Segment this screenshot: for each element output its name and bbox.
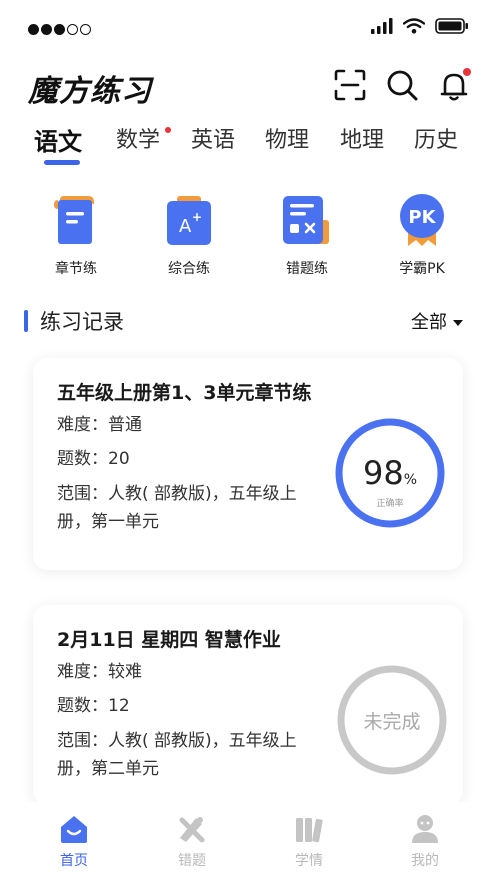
incomplete-ring: 未完成 bbox=[335, 663, 449, 777]
record-difficulty: 难度：普通 bbox=[57, 415, 142, 435]
record-range: 范围：人教( 部教版)，五年级上册，第二单元 bbox=[57, 731, 297, 779]
record-title: 2月11日 星期四 智慧作业 bbox=[57, 629, 281, 651]
app-logo: 魔方练习 bbox=[28, 74, 152, 109]
bottom-nav: 首页 错题 学情 我的 bbox=[0, 802, 497, 883]
feature-label: 学霸PK bbox=[399, 261, 445, 277]
record-question-count: 题数：12 bbox=[57, 696, 130, 716]
caret-down-icon bbox=[453, 320, 463, 326]
accuracy-ring: 98% 正确率 bbox=[333, 416, 447, 530]
feature-label: 错题练 bbox=[286, 261, 328, 277]
nav-label: 首页 bbox=[60, 853, 88, 869]
record-card[interactable]: 五年级上册第1、3单元章节练 难度：普通 题数：20 范围：人教( 部教版)，五… bbox=[33, 358, 463, 570]
accuracy-value: 98% bbox=[362, 454, 418, 492]
notification-bell-icon[interactable] bbox=[437, 68, 471, 102]
feature-wrong-questions[interactable]: 错题练 bbox=[257, 192, 357, 278]
record-difficulty: 难度：较难 bbox=[57, 662, 142, 682]
wrong-book-icon bbox=[176, 814, 208, 844]
pk-icon-text: PK bbox=[408, 207, 436, 228]
active-tab-indicator bbox=[44, 160, 80, 165]
records-filter-dropdown[interactable]: 全部 bbox=[411, 308, 463, 334]
feature-top-student-pk[interactable]: PK 学霸PK bbox=[372, 192, 472, 278]
nav-home[interactable]: 首页 bbox=[34, 814, 114, 870]
app-header: 魔方练习 bbox=[0, 60, 497, 112]
accuracy-caption: 正确率 bbox=[376, 499, 404, 509]
scan-icon[interactable] bbox=[333, 68, 367, 102]
svg-text:A: A bbox=[179, 216, 192, 237]
tab-chinese[interactable]: 语文 bbox=[34, 122, 82, 157]
record-range: 范围：人教( 部教版)，五年级上册，第一单元 bbox=[57, 484, 297, 532]
record-card[interactable]: 2月11日 星期四 智慧作业 难度：较难 题数：12 范围：人教( 部教版)，五… bbox=[33, 605, 463, 805]
status-bar bbox=[0, 0, 497, 58]
wrong-questions-icon bbox=[279, 192, 335, 248]
svg-text:+: + bbox=[192, 210, 202, 224]
tab-geography[interactable]: 地理 bbox=[340, 122, 384, 154]
learning-stats-icon bbox=[293, 814, 325, 844]
nav-profile[interactable]: 我的 bbox=[385, 814, 465, 870]
tab-history[interactable]: 历史 bbox=[414, 122, 458, 154]
filter-label: 全部 bbox=[411, 312, 447, 333]
nav-label: 学情 bbox=[295, 853, 323, 869]
feature-chapter-practice[interactable]: 章节练 bbox=[26, 192, 126, 278]
home-icon bbox=[58, 814, 90, 844]
records-section-header: 练习记录 全部 bbox=[0, 304, 497, 338]
section-accent-bar bbox=[24, 310, 28, 332]
nav-label: 错题 bbox=[178, 853, 206, 869]
nav-learning-stats[interactable]: 学情 bbox=[269, 814, 349, 870]
tab-math[interactable]: 数学 bbox=[116, 122, 160, 154]
comprehensive-A-plus-icon: A + bbox=[161, 192, 217, 248]
feature-label: 章节练 bbox=[55, 261, 97, 277]
record-title: 五年级上册第1、3单元章节练 bbox=[57, 382, 312, 404]
subject-tabs: 语文 数学 英语 物理 地理 历史 bbox=[0, 122, 497, 170]
pk-badge-icon: PK bbox=[394, 192, 450, 248]
records-section-title: 练习记录 bbox=[40, 310, 124, 334]
record-question-count: 题数：20 bbox=[57, 449, 130, 469]
nav-wrong-questions[interactable]: 错题 bbox=[152, 814, 232, 870]
tab-physics[interactable]: 物理 bbox=[265, 122, 309, 154]
tab-math-badge bbox=[165, 127, 171, 133]
nav-label: 我的 bbox=[411, 853, 439, 869]
feature-label: 综合练 bbox=[168, 261, 210, 277]
profile-icon bbox=[409, 814, 441, 844]
tab-english[interactable]: 英语 bbox=[191, 122, 235, 154]
signal-bars-icon bbox=[371, 18, 393, 34]
wifi-icon bbox=[403, 18, 425, 34]
chapter-scroll-icon bbox=[48, 192, 104, 248]
feature-comprehensive-practice[interactable]: A + 综合练 bbox=[139, 192, 239, 278]
cellular-signal-icon bbox=[28, 24, 91, 35]
notification-badge bbox=[463, 68, 471, 76]
incomplete-status: 未完成 bbox=[363, 711, 421, 733]
feature-grid: 章节练 A + 综合练 错题练 PK 学霸PK bbox=[0, 192, 497, 282]
battery-icon bbox=[435, 18, 468, 34]
search-icon[interactable] bbox=[385, 68, 419, 102]
